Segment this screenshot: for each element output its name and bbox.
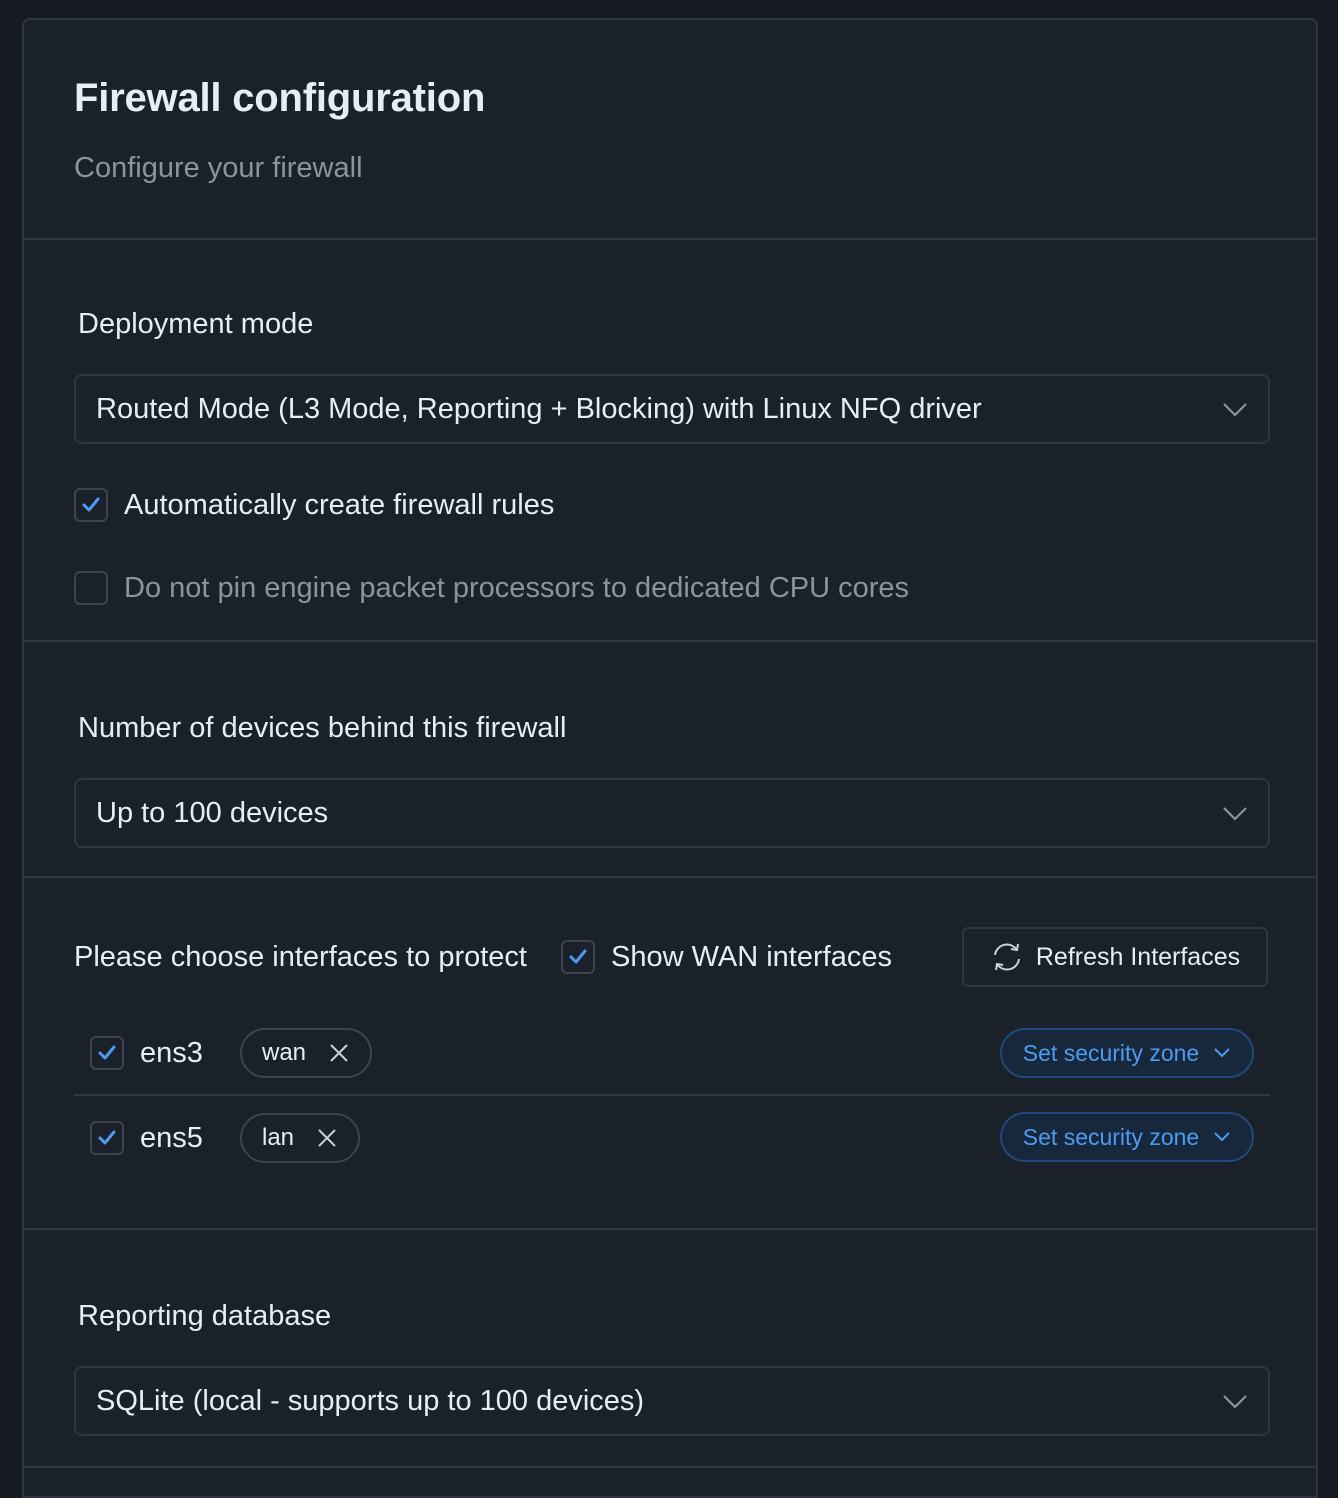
refresh-interfaces-label: Refresh Interfaces xyxy=(1035,942,1241,971)
checkmark-icon xyxy=(569,949,587,964)
show-wan-checkbox[interactable] xyxy=(560,940,595,974)
set-security-zone-button[interactable]: Set security zone xyxy=(1000,1112,1254,1162)
devices-section: Number of devices behind this firewall U… xyxy=(24,642,1316,878)
deployment-section: Deployment mode Routed Mode (L3 Mode, Re… xyxy=(24,240,1316,642)
interface-row: ens5 lan Set security zone xyxy=(74,1096,1270,1180)
devices-label: Number of devices behind this firewall xyxy=(78,712,567,744)
interfaces-header: Please choose interfaces to protect Show… xyxy=(74,927,1268,987)
no-pin-label: Do not pin engine packet processors to d… xyxy=(124,571,910,604)
chevron-down-icon xyxy=(1223,1395,1247,1409)
auto-rules-checkbox[interactable] xyxy=(74,488,108,522)
close-icon[interactable] xyxy=(328,1042,350,1064)
deployment-mode-select[interactable]: Routed Mode (L3 Mode, Reporting + Blocki… xyxy=(74,374,1270,444)
interface-name: ens3 xyxy=(140,1036,203,1069)
interfaces-title: Please choose interfaces to protect xyxy=(74,940,527,973)
checkmark-icon xyxy=(98,1130,116,1145)
no-pin-option[interactable]: Do not pin engine packet processors to d… xyxy=(74,571,909,605)
refresh-interfaces-button[interactable]: Refresh Interfaces xyxy=(962,927,1268,987)
card-header: Firewall configuration Configure your fi… xyxy=(24,20,1316,240)
interface-tag-label: wan xyxy=(262,1039,307,1066)
deployment-mode-label: Deployment mode xyxy=(78,308,314,340)
set-security-zone-button[interactable]: Set security zone xyxy=(1000,1028,1254,1078)
set-security-zone-label: Set security zone xyxy=(1022,1039,1200,1066)
show-wan-label: Show WAN interfaces xyxy=(610,940,892,973)
checkmark-icon xyxy=(82,497,100,512)
firewall-config-card: Firewall configuration Configure your fi… xyxy=(22,18,1318,1498)
auto-rules-label: Automatically create firewall rules xyxy=(124,488,555,521)
interface-checkbox[interactable] xyxy=(90,1121,124,1155)
chevron-down-icon xyxy=(1223,807,1247,821)
interface-tag: lan xyxy=(240,1113,361,1163)
refresh-icon xyxy=(993,943,1020,971)
chevron-down-icon xyxy=(1214,1048,1230,1058)
devices-value: Up to 100 devices xyxy=(96,796,329,829)
interface-row: ens3 wan Set security zone xyxy=(74,1012,1270,1096)
set-security-zone-label: Set security zone xyxy=(1022,1123,1200,1150)
show-wan-option[interactable]: Show WAN interfaces xyxy=(560,940,892,974)
reporting-section: Reporting database SQLite (local - suppo… xyxy=(24,1230,1316,1468)
reporting-database-label: Reporting database xyxy=(78,1300,332,1332)
deployment-mode-value: Routed Mode (L3 Mode, Reporting + Blocki… xyxy=(96,392,982,425)
interface-tag: wan xyxy=(240,1028,373,1078)
chevron-down-icon xyxy=(1214,1132,1230,1142)
close-icon[interactable] xyxy=(316,1127,338,1149)
checkmark-icon xyxy=(98,1045,116,1060)
devices-select[interactable]: Up to 100 devices xyxy=(74,778,1270,848)
page-title: Firewall configuration xyxy=(74,76,486,120)
reporting-database-select[interactable]: SQLite (local - supports up to 100 devic… xyxy=(74,1366,1270,1436)
interfaces-section: Please choose interfaces to protect Show… xyxy=(24,878,1316,1230)
interface-checkbox[interactable] xyxy=(90,1036,124,1070)
no-pin-checkbox[interactable] xyxy=(74,571,108,605)
page-subtitle: Configure your firewall xyxy=(74,152,363,184)
chevron-down-icon xyxy=(1223,403,1247,417)
reporting-database-value: SQLite (local - supports up to 100 devic… xyxy=(96,1384,645,1417)
auto-rules-option[interactable]: Automatically create firewall rules xyxy=(74,488,554,522)
interface-name: ens5 xyxy=(140,1121,203,1154)
interface-tag-label: lan xyxy=(262,1124,295,1151)
